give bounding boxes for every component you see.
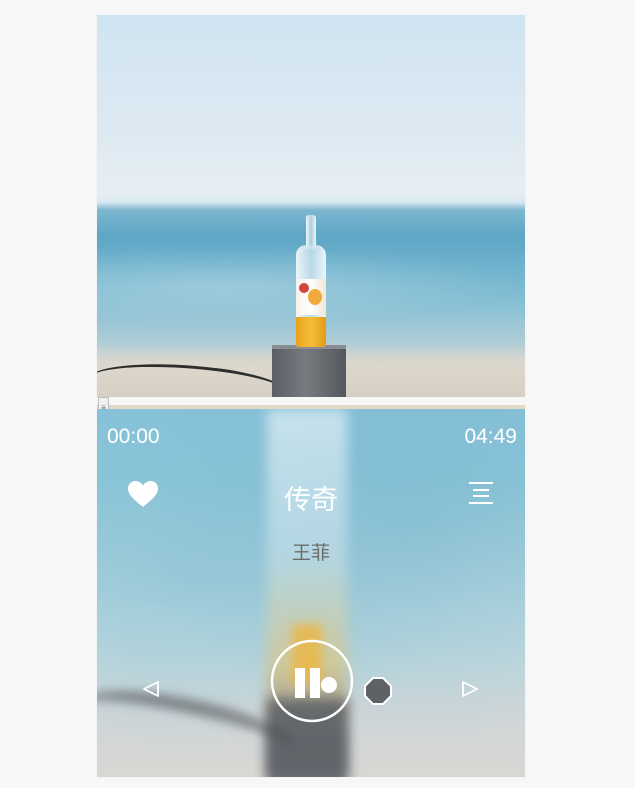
bottle-juice: [296, 317, 326, 347]
music-player: ≡ 00:00 04:49 传奇 王菲: [97, 15, 525, 777]
album-cover-photo: [97, 15, 525, 397]
song-title: 传奇: [284, 485, 338, 515]
pause-icon[interactable]: [269, 638, 355, 724]
bottle-neck: [306, 215, 316, 249]
stop-icon[interactable]: [363, 676, 393, 706]
cover-bottle: [296, 215, 326, 347]
bottle-body: [296, 245, 326, 347]
bottle-label: [296, 279, 326, 315]
artist-name: 王菲: [291, 543, 330, 564]
current-time: 00:00: [107, 425, 160, 448]
total-time: 04:49: [464, 425, 517, 448]
cover-post: [272, 345, 346, 397]
previous-icon[interactable]: [140, 679, 162, 699]
next-icon[interactable]: [459, 679, 481, 699]
playlist-menu-icon[interactable]: [468, 480, 494, 506]
